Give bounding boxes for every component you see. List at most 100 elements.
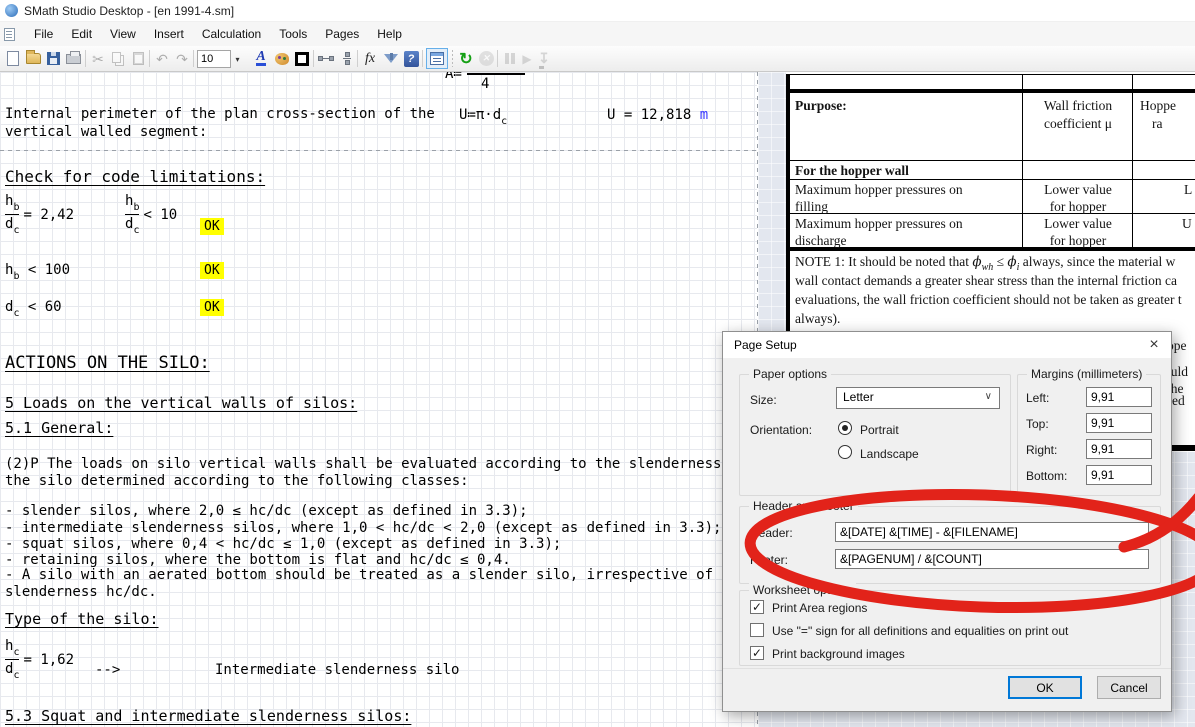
cut-icon[interactable]: ✂ [89,49,107,68]
units-icon[interactable] [317,49,335,68]
formula-u-result[interactable]: U = 12,818 m [607,107,708,124]
toolbar-separator [193,50,194,67]
font-size-input[interactable] [197,50,231,68]
save-icon[interactable] [44,49,62,68]
table-cell-fill-c3: L [1184,182,1192,198]
print-area-checkbox[interactable]: ✓ [750,600,764,614]
heading-type-of-silo[interactable]: Type of the silo: [5,610,159,628]
menu-bar: File Edit View Insert Calculation Tools … [0,22,1195,46]
formula-hb-limit[interactable]: hb < 100 [5,262,70,285]
close-icon[interactable]: × [1139,332,1169,357]
color-palette-icon[interactable] [273,49,291,68]
menu-insert[interactable]: Insert [145,24,193,44]
side-panel-toggle-icon[interactable] [426,48,448,69]
insert-function-icon[interactable]: fx [361,49,379,68]
document-window-icon[interactable] [4,28,15,41]
arrow-text: --> [95,662,120,679]
border-icon[interactable] [293,49,311,68]
menu-tools[interactable]: Tools [270,24,316,44]
list-item-aerated[interactable]: - A silo with an aerated bottom should b… [5,567,747,584]
equals-sign-checkbox[interactable] [750,623,764,637]
open-file-icon[interactable] [24,49,42,68]
text-perimeter-line1[interactable]: Internal perimeter of the plan cross-sec… [5,106,435,123]
undo-icon[interactable]: ↶ [153,49,171,68]
formula-dc-limit[interactable]: dc < 60 [5,299,62,322]
cancel-button[interactable]: Cancel [1097,676,1161,699]
heading-actions-on-silo[interactable]: ACTIONS ON THE SILO: [5,353,210,373]
landscape-radio-label[interactable]: Landscape [860,447,919,461]
font-color-icon[interactable]: A [252,49,270,68]
table-cell-hopper-2: ra [1152,116,1163,132]
margin-left-input[interactable] [1086,387,1152,407]
menu-pages[interactable]: Pages [316,24,368,44]
formula-area-denominator[interactable]: 4 [481,76,489,93]
recalculate-icon[interactable]: ↻ [457,49,475,68]
toolbar: ✂ ↶ ↷ ▾ A fx ? ↻ ✕ ▶ ↧ [0,46,1195,72]
application-window: SMath Studio Desktop - [en 1991-4.sm] Fi… [0,0,1195,727]
paper-options-label: Paper options [749,367,831,381]
menu-file[interactable]: File [25,24,62,44]
note-line2: wall contact demands a greater shear str… [795,273,1177,289]
menu-help[interactable]: Help [368,24,411,44]
portrait-radio[interactable] [838,421,852,435]
toolbar-separator [357,50,358,67]
text-perimeter-line2[interactable]: vertical walled segment: [5,124,207,141]
dialog-title-bar: Page Setup × [723,332,1171,358]
font-size-dropdown-icon[interactable]: ▾ [231,50,244,68]
print-icon[interactable] [64,49,82,68]
formula-hb-dc-limit[interactable]: hbdc < 10 [125,193,177,236]
toolbar-separator [149,50,150,67]
menu-edit[interactable]: Edit [62,24,101,44]
background-images-checkbox[interactable]: ✓ [750,646,764,660]
header-input[interactable] [835,522,1149,542]
redo-icon[interactable]: ↷ [173,49,191,68]
reference-book-icon[interactable]: ? [402,49,420,68]
play-icon[interactable]: ▶ [518,49,536,68]
margin-right-input[interactable] [1086,439,1152,459]
ok-button[interactable]: OK [1008,676,1082,699]
filter-funnel-icon[interactable] [382,49,400,68]
worksheet-canvas[interactable]: A≔ 4 Internal perimeter of the plan cros… [0,72,757,727]
menu-view[interactable]: View [101,24,145,44]
formula-area-lhs[interactable]: A≔ [445,72,462,83]
print-area-checkbox-label[interactable]: Print Area regions [772,601,867,615]
copy-icon[interactable] [109,49,127,68]
list-item-slender[interactable]: - slender silos, where 2,0 ≤ hc/dc (exce… [5,503,528,520]
paragraph-2p-line1[interactable]: (2)P The loads on silo vertical walls sh… [5,456,747,473]
paragraph-2p-line2[interactable]: the silo determined according to the fol… [5,473,469,490]
background-images-checkbox-label[interactable]: Print background images [772,647,905,661]
new-document-icon[interactable] [4,49,22,68]
list-item-aerated-cont[interactable]: slenderness hc/dc. [5,584,157,601]
menu-calculation[interactable]: Calculation [193,24,270,44]
margin-bottom-input[interactable] [1086,465,1152,485]
worksheet-options-group: Worksheet options ✓ Print Area regions U… [739,590,1161,666]
note-line3: evaluations, the wall friction coefficie… [795,292,1182,308]
table-cell-for-hopper-wall: For the hopper wall [795,163,909,179]
pause-icon[interactable] [501,49,519,68]
note-line1: NOTE 1: It should be noted that ϕwh ≤ ϕi… [795,254,1175,273]
window-title: SMath Studio Desktop - [en 1991-4.sm] [24,4,234,18]
heading-loads-vertical-walls[interactable]: 5 Loads on the vertical walls of silos: [5,394,357,412]
table-cell-max-filling-2: filling [795,199,828,215]
paper-size-select[interactable]: Letter∨ [836,387,1000,409]
footer-input[interactable] [835,549,1149,569]
heading-check-limitations[interactable]: Check for code limitations: [5,167,265,186]
paste-icon[interactable] [129,49,147,68]
equals-sign-checkbox-label[interactable]: Use "=" sign for all definitions and equ… [772,624,1068,638]
heading-5-1-general[interactable]: 5.1 General: [5,419,113,437]
heading-5-3-squat[interactable]: 5.3 Squat and intermediate slenderness s… [5,707,411,725]
stop-icon[interactable]: ✕ [477,49,495,68]
text-slenderness-result[interactable]: Intermediate slenderness silo [215,662,459,679]
formula-hb-dc-value[interactable]: hbdc = 2,42 [5,193,74,236]
formula-hc-dc-value[interactable]: hcdc = 1,62 [5,638,74,681]
fraction-icon[interactable] [338,49,356,68]
formula-u-definition[interactable]: U≔π·dc [459,107,507,130]
portrait-radio-label[interactable]: Portrait [860,423,899,437]
landscape-radio[interactable] [838,445,852,459]
list-item-intermediate[interactable]: - intermediate slenderness silos, where … [5,520,721,537]
list-item-squat[interactable]: - squat silos, where 0,4 < hc/dc ≤ 1,0 (… [5,536,561,553]
step-icon[interactable]: ↧ [535,49,553,68]
margin-top-input[interactable] [1086,413,1152,433]
page-break-line [0,150,757,151]
status-badge-ok: OK [200,299,224,316]
